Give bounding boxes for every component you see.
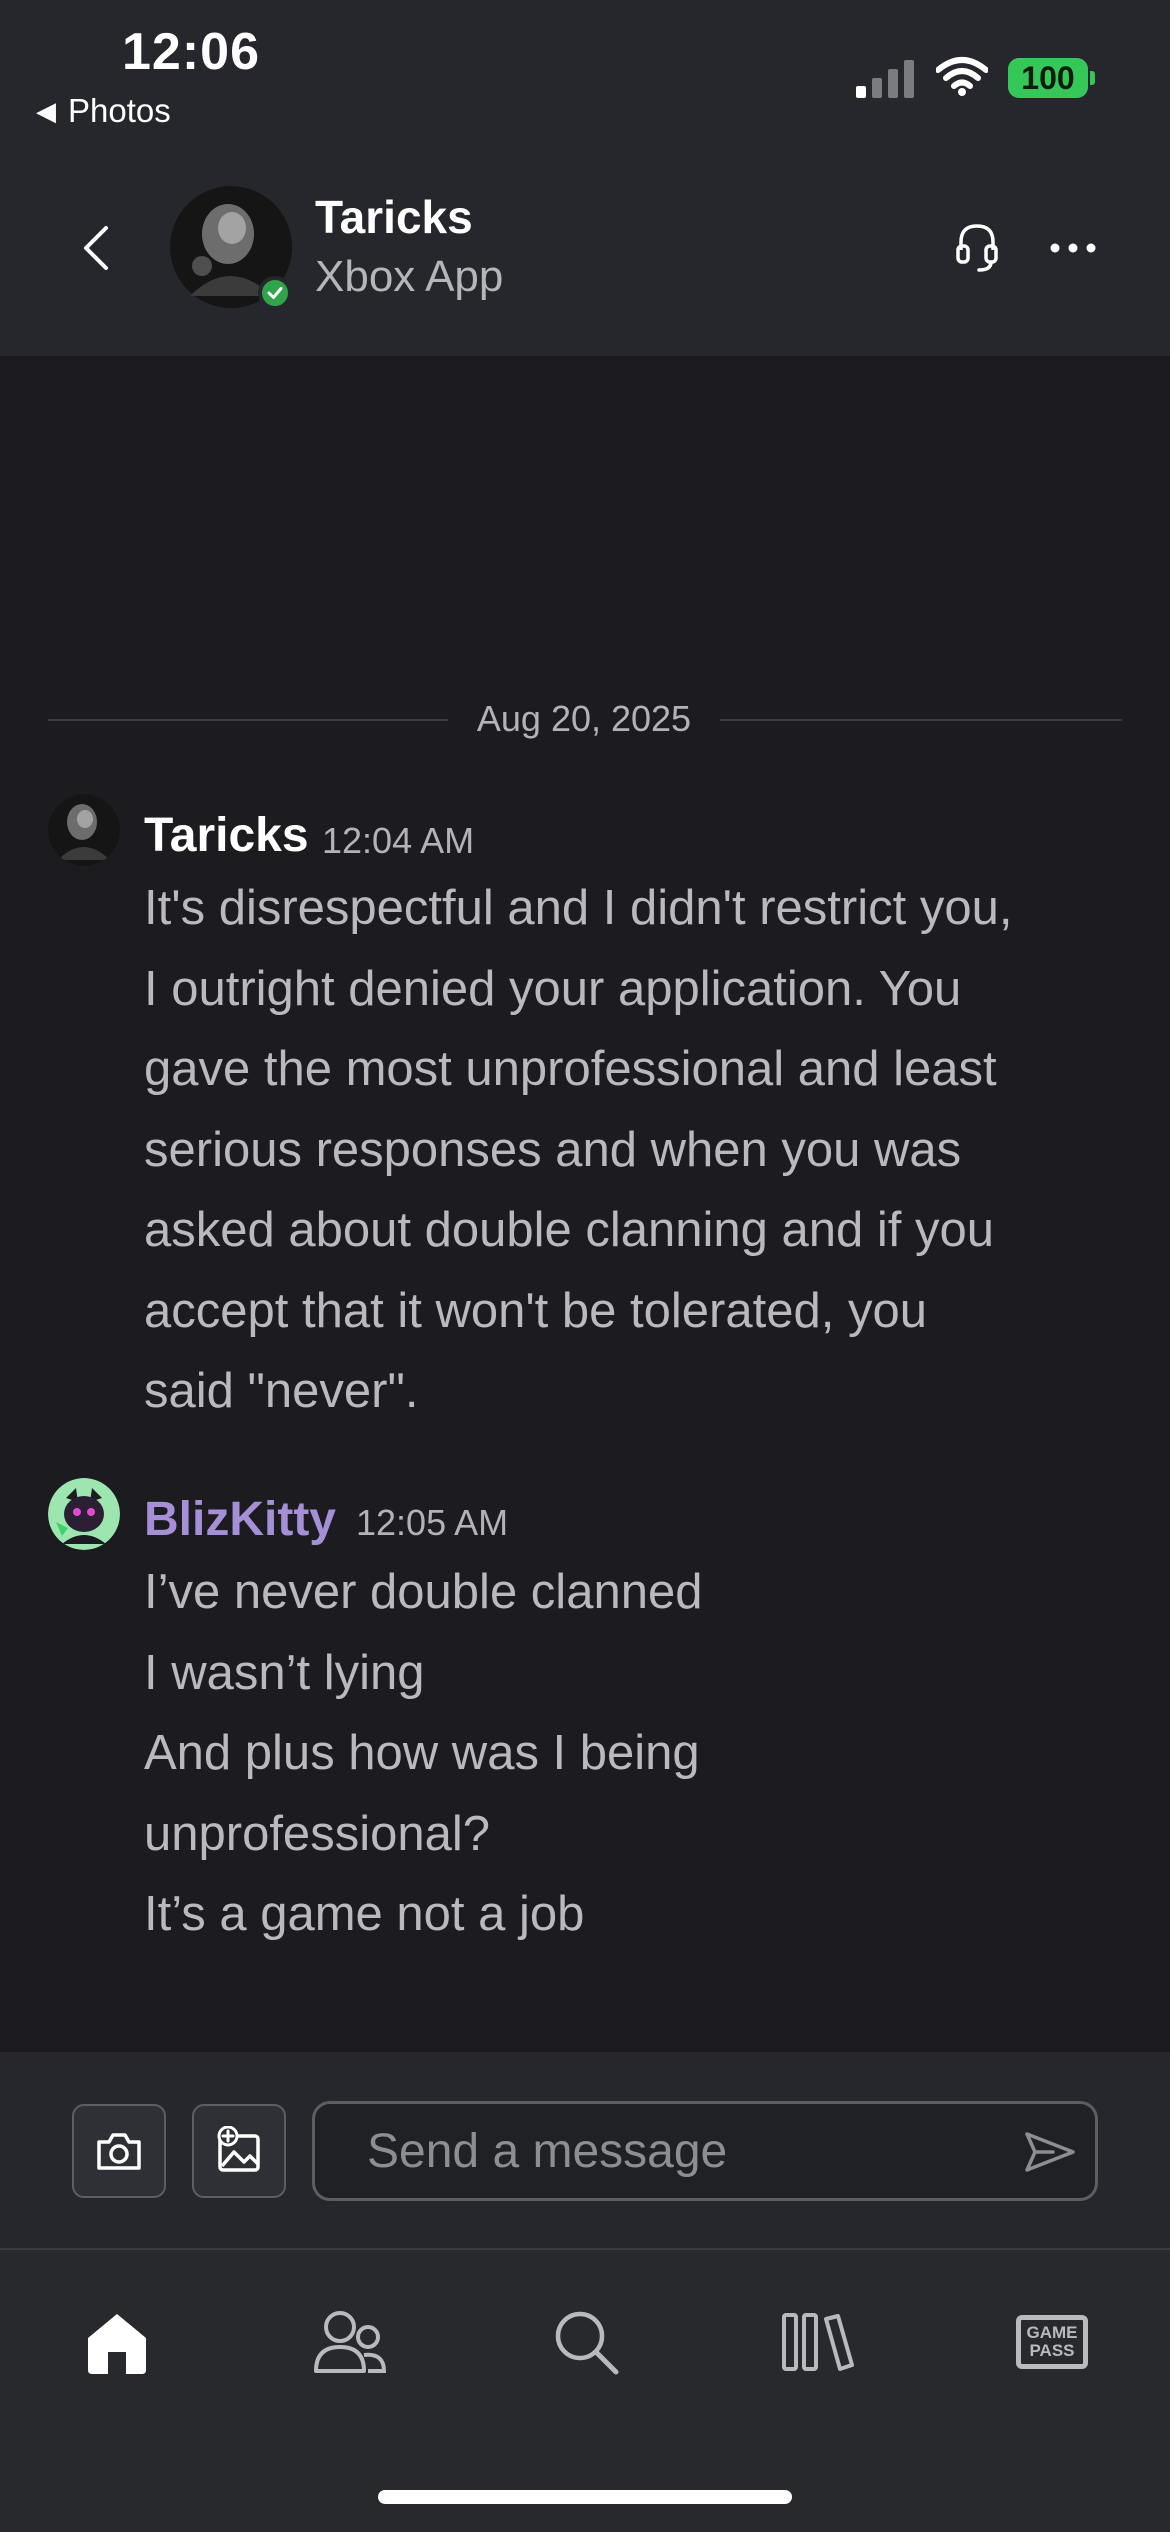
contact-name: Taricks (315, 191, 473, 243)
nav-game-pass[interactable]: GAME PASS (1012, 2302, 1092, 2382)
nav-home[interactable] (77, 2302, 157, 2382)
nav-library[interactable] (778, 2302, 858, 2382)
message-line: And plus how was I being (144, 1726, 700, 1780)
online-status-icon (258, 276, 292, 310)
contact-platform: Xbox App (315, 252, 504, 301)
message-line: gave the most unprofessional and least (144, 1042, 997, 1096)
home-indicator[interactable] (378, 2490, 792, 2504)
camera-icon (97, 2133, 141, 2170)
message-timestamp: 12:04 AM (322, 820, 475, 861)
back-chevron-icon[interactable] (78, 222, 114, 274)
camera-button[interactable] (72, 2104, 166, 2198)
battery-tip (1090, 71, 1095, 85)
message-line: said "never". (144, 1364, 419, 1418)
message-line: I wasn’t lying (144, 1645, 425, 1700)
message-line: asked about double clanning and if you (144, 1203, 994, 1257)
library-icon (782, 2313, 854, 2371)
message-line: I’ve never double clanned (144, 1565, 703, 1619)
message-timestamp: 12:05 AM (356, 1502, 509, 1543)
message-input-box[interactable] (312, 2101, 1098, 2201)
search-icon (555, 2311, 619, 2375)
status-time: 12:06 (122, 23, 260, 81)
send-icon[interactable] (1023, 2128, 1077, 2176)
attach-image-button[interactable] (192, 2104, 286, 2198)
home-icon (88, 2314, 146, 2374)
game-pass-icon: GAME PASS (1016, 2315, 1088, 2369)
message-line: I outright denied your application. You (144, 961, 962, 1016)
message-line: accept that it won't be tolerated, you (144, 1283, 927, 1338)
wifi-icon (936, 57, 988, 96)
more-options-icon[interactable] (1050, 238, 1096, 258)
battery-indicator: 100 (1008, 58, 1088, 98)
message-avatar-taricks-art (48, 794, 120, 866)
message-text: It's disrespectful and I didn't restrict… (144, 868, 1124, 1432)
cellular-signal-icon (856, 60, 914, 98)
friends-icon (314, 2311, 387, 2373)
message-avatar-blizkitty-art (48, 1478, 120, 1550)
message-author[interactable]: Taricks (144, 808, 309, 863)
back-to-photos[interactable]: ◀ Photos (36, 92, 171, 130)
message-author[interactable]: BlizKitty (144, 1492, 336, 1547)
nav-friends[interactable] (310, 2302, 390, 2382)
message-line: unprofessional? (144, 1806, 490, 1861)
message-line: It’s a game not a job (144, 1887, 585, 1941)
message-input[interactable] (315, 2104, 995, 2198)
message-avatar-blizkitty[interactable] (48, 1478, 120, 1550)
back-triangle-icon: ◀ (36, 95, 56, 126)
date-divider-line-right (720, 719, 1122, 721)
game-pass-text-1: GAME (1026, 2323, 1078, 2342)
date-divider: Aug 20, 2025 (476, 698, 692, 739)
nav-search[interactable] (546, 2302, 626, 2382)
message-line: It's disrespectful and I didn't restrict… (144, 881, 1013, 935)
message-avatar-taricks[interactable] (48, 794, 120, 866)
date-divider-line-left (48, 719, 448, 721)
message-text: I’ve never double clanned I wasn’t lying… (144, 1552, 1124, 1955)
add-image-icon (217, 2126, 260, 2172)
party-headset-icon[interactable] (955, 222, 999, 274)
message-line: serious responses and when you was (144, 1122, 962, 1177)
back-app-label: Photos (68, 92, 171, 129)
game-pass-text-2: PASS (1029, 2341, 1075, 2360)
